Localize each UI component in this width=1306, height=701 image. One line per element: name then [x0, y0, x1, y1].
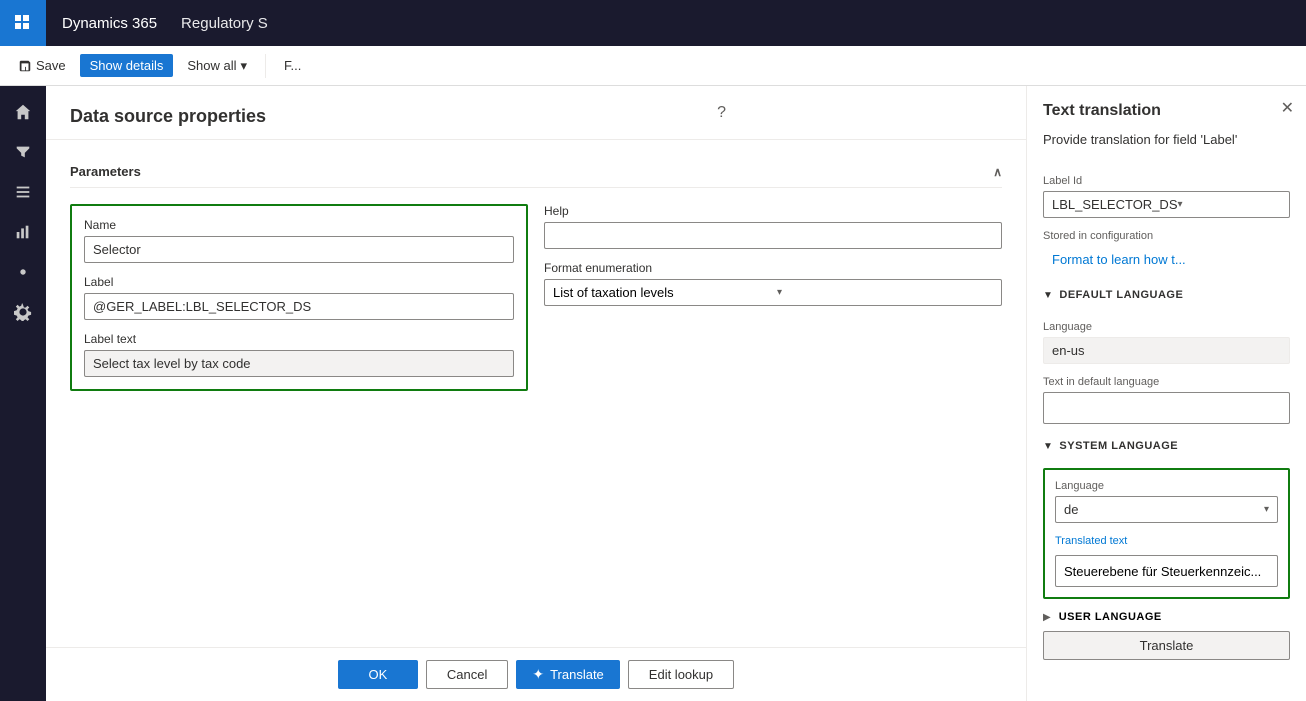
sidebar-filter-icon[interactable] — [5, 134, 41, 170]
ok-button[interactable]: OK — [338, 660, 418, 689]
label-id-chevron-icon: ▾ — [1178, 199, 1282, 210]
translate-icon: ✦ — [532, 666, 544, 683]
sys-lang-box: Language de ▾ Translated text — [1043, 468, 1290, 599]
sys-language-label: Language — [1055, 480, 1278, 492]
panel-title: Text translation — [1043, 102, 1290, 120]
sidebar-chart-icon[interactable] — [5, 214, 41, 250]
sys-language-dropdown[interactable]: de ▾ — [1055, 496, 1278, 523]
sidebar — [0, 86, 46, 701]
app-title: Dynamics 365 — [46, 15, 173, 32]
show-all-button[interactable]: Show all ▾ — [177, 54, 257, 78]
help-field-group: Help — [544, 204, 1002, 249]
help-label: Help — [544, 204, 1002, 218]
top-bar: Dynamics 365 Regulatory S — [0, 0, 1306, 46]
label-text-value: Select tax level by tax code — [84, 350, 514, 377]
translate-button[interactable]: ✦ Translate — [516, 660, 619, 689]
text-default-input[interactable] — [1043, 392, 1290, 424]
params-left-panel: Name Label Label text Select tax level b… — [70, 204, 528, 391]
parameters-collapse-icon[interactable]: ∧ — [993, 165, 1002, 179]
format-button[interactable]: F... — [274, 54, 311, 77]
dialog-title: Data source properties — [46, 86, 1026, 140]
dialog-body: Parameters ∧ Name Label — [46, 140, 1026, 647]
translated-text-input[interactable] — [1055, 555, 1278, 587]
default-lang-value: en-us — [1043, 337, 1290, 364]
help-input[interactable] — [544, 222, 1002, 249]
panel-translate-button[interactable]: Translate — [1043, 631, 1290, 660]
label-id-dropdown[interactable]: LBL_SELECTOR_DS ▾ — [1043, 191, 1290, 218]
default-lang-label: Language — [1043, 321, 1290, 333]
cancel-button[interactable]: Cancel — [426, 660, 508, 689]
module-title: Regulatory S — [173, 15, 276, 32]
stored-config-value: Format to learn how t... — [1043, 246, 1290, 273]
format-enum-value: List of taxation levels — [553, 285, 769, 300]
sys-lang-collapse-icon[interactable]: ▼ — [1043, 441, 1053, 452]
toolbar-separator — [265, 54, 266, 78]
stored-config-label: Stored in configuration — [1043, 230, 1290, 242]
parameters-section-header: Parameters ∧ — [70, 156, 1002, 188]
format-enum-select[interactable]: List of taxation levels ▾ — [544, 279, 1002, 306]
format-enum-label: Format enumeration — [544, 261, 1002, 275]
text-default-label: Text in default language — [1043, 376, 1290, 388]
label-text-field-group: Label text Select tax level by tax code — [84, 332, 514, 377]
parameters-label: Parameters — [70, 164, 141, 179]
user-lang-section: ▶ USER LANGUAGE — [1043, 611, 1290, 623]
label-label: Label — [84, 275, 514, 289]
label-field-group: Label — [84, 275, 514, 320]
sys-lang-section-header: ▼ SYSTEM LANGUAGE — [1043, 440, 1290, 452]
translation-panel: ✕ Text translation Provide translation f… — [1026, 86, 1306, 701]
default-lang-collapse-icon[interactable]: ▼ — [1043, 290, 1053, 301]
main-area: FORMAT TO LEARN HOW TO LOOKUP LE D... Fo… — [0, 86, 1306, 701]
label-input[interactable] — [84, 293, 514, 320]
label-text-label: Label text — [84, 332, 514, 346]
format-enum-chevron-icon: ▾ — [777, 287, 993, 298]
translated-text-label: Translated text — [1055, 535, 1278, 547]
sidebar-component-icon[interactable] — [5, 254, 41, 290]
content-pane: FORMAT TO LEARN HOW TO LOOKUP LE D... Fo… — [46, 86, 1306, 701]
help-icon[interactable]: ? — [717, 104, 726, 122]
chevron-down-icon: ▾ — [241, 58, 248, 74]
panel-close-button[interactable]: ✕ — [1281, 98, 1294, 118]
dialog-footer: OK Cancel ✦ Translate Edit lookup — [46, 647, 1026, 701]
user-lang-label: USER LANGUAGE — [1059, 611, 1162, 623]
sys-lang-chevron-icon: ▾ — [1167, 504, 1270, 515]
sys-language-value: de — [1064, 502, 1167, 517]
params-grid: Name Label Label text Select tax level b… — [70, 204, 1002, 391]
params-right-panel: Help Format enumeration List of taxation… — [544, 204, 1002, 391]
app-grid-icon[interactable] — [0, 0, 46, 46]
show-details-button[interactable]: Show details — [80, 54, 174, 77]
stored-config-link[interactable]: Format to learn how t... — [1052, 252, 1186, 267]
save-button[interactable]: Save — [8, 54, 76, 77]
edit-lookup-button[interactable]: Edit lookup — [628, 660, 734, 689]
sidebar-settings-icon[interactable] — [5, 294, 41, 330]
toolbar: Save Show details Show all ▾ F... — [0, 46, 1306, 86]
name-input[interactable] — [84, 236, 514, 263]
name-label: Name — [84, 218, 514, 232]
modal-backdrop: Data source properties ? Parameters ∧ Na… — [46, 86, 1306, 701]
format-enum-field-group: Format enumeration List of taxation leve… — [544, 261, 1002, 306]
label-id-value: LBL_SELECTOR_DS — [1052, 197, 1178, 212]
sidebar-list-icon[interactable] — [5, 174, 41, 210]
default-lang-section-header: ▼ DEFAULT LANGUAGE — [1043, 289, 1290, 301]
data-source-dialog: Data source properties ? Parameters ∧ Na… — [46, 86, 1026, 701]
sidebar-home-icon[interactable] — [5, 94, 41, 130]
name-field-group: Name — [84, 218, 514, 263]
user-lang-chevron-icon[interactable]: ▶ — [1043, 612, 1051, 623]
panel-subtitle: Provide translation for field 'Label' — [1043, 132, 1290, 147]
label-id-label: Label Id — [1043, 175, 1290, 187]
